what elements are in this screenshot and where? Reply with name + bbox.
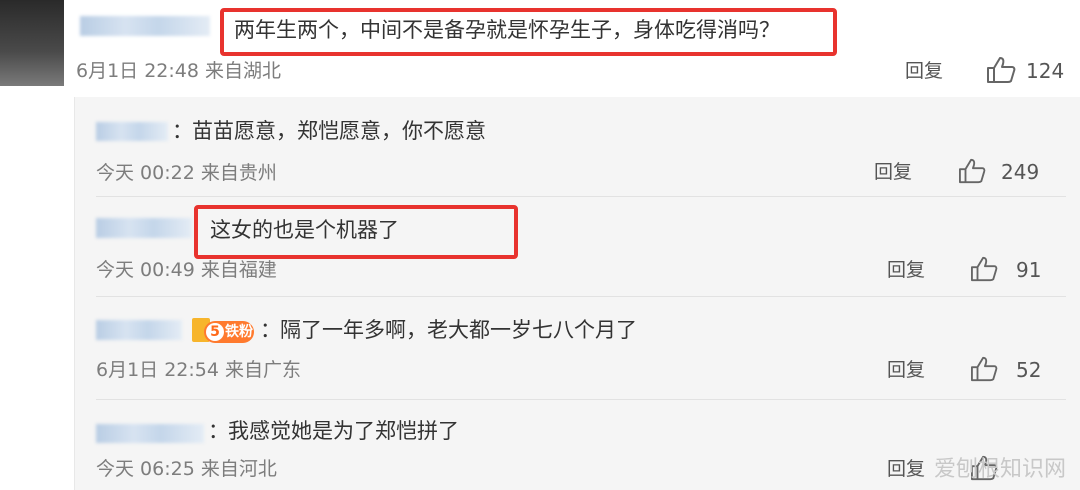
avatar[interactable]	[0, 0, 64, 86]
username-blurred[interactable]	[96, 218, 192, 238]
reply-text: 我感觉她是为了郑恺拼了	[228, 419, 459, 443]
comment-meta: 6月1日 22:48 来自湖北	[76, 60, 282, 82]
reply-button[interactable]: 回复	[887, 257, 925, 283]
like-count: 249	[1001, 160, 1040, 184]
thumbs-up-icon[interactable]	[970, 356, 998, 382]
reply-text: 隔了一年多啊，老大都一岁七八个月了	[280, 318, 637, 342]
reply-meta: 今天 06:25 来自河北	[96, 458, 277, 480]
fan-badge: 5 铁粉	[192, 318, 254, 344]
reply-meta: 今天 00:49 来自福建	[96, 259, 277, 281]
username-blurred[interactable]	[80, 16, 210, 36]
like-count: 52	[1016, 358, 1042, 382]
reply-button[interactable]: 回复	[905, 58, 943, 84]
divider	[96, 196, 1066, 197]
like-count: 124	[1026, 59, 1065, 83]
reply-separator: ：	[208, 419, 229, 443]
watermark: 爱刨根知识网	[933, 457, 1066, 482]
divider	[96, 399, 1066, 400]
fan-level: 5	[206, 323, 224, 341]
reply-separator: ：	[172, 119, 193, 143]
reply-text: 这女的也是个机器了	[210, 218, 399, 242]
reply-button[interactable]: 回复	[887, 456, 925, 482]
divider	[96, 296, 1066, 297]
reply-meta: 今天 00:22 来自贵州	[96, 162, 277, 184]
reply-separator: ：	[260, 318, 281, 342]
thumbs-up-icon[interactable]	[986, 56, 1016, 84]
username-blurred[interactable]	[96, 122, 168, 141]
reply-text: 苗苗愿意，郑恺愿意，你不愿意	[192, 119, 486, 143]
thumbs-up-icon[interactable]	[970, 256, 998, 282]
username-blurred[interactable]	[96, 320, 182, 340]
like-count: 91	[1016, 258, 1042, 282]
comment-text: 两年生两个，中间不是备孕就是怀孕生子，身体吃得消吗？	[234, 18, 780, 42]
reply-button[interactable]: 回复	[874, 159, 912, 185]
reply-button[interactable]: 回复	[887, 357, 925, 383]
username-blurred[interactable]	[96, 424, 204, 443]
fan-label: 铁粉	[225, 324, 253, 340]
reply-meta: 6月1日 22:54 来自广东	[96, 359, 302, 381]
thumbs-up-icon[interactable]	[958, 158, 986, 184]
